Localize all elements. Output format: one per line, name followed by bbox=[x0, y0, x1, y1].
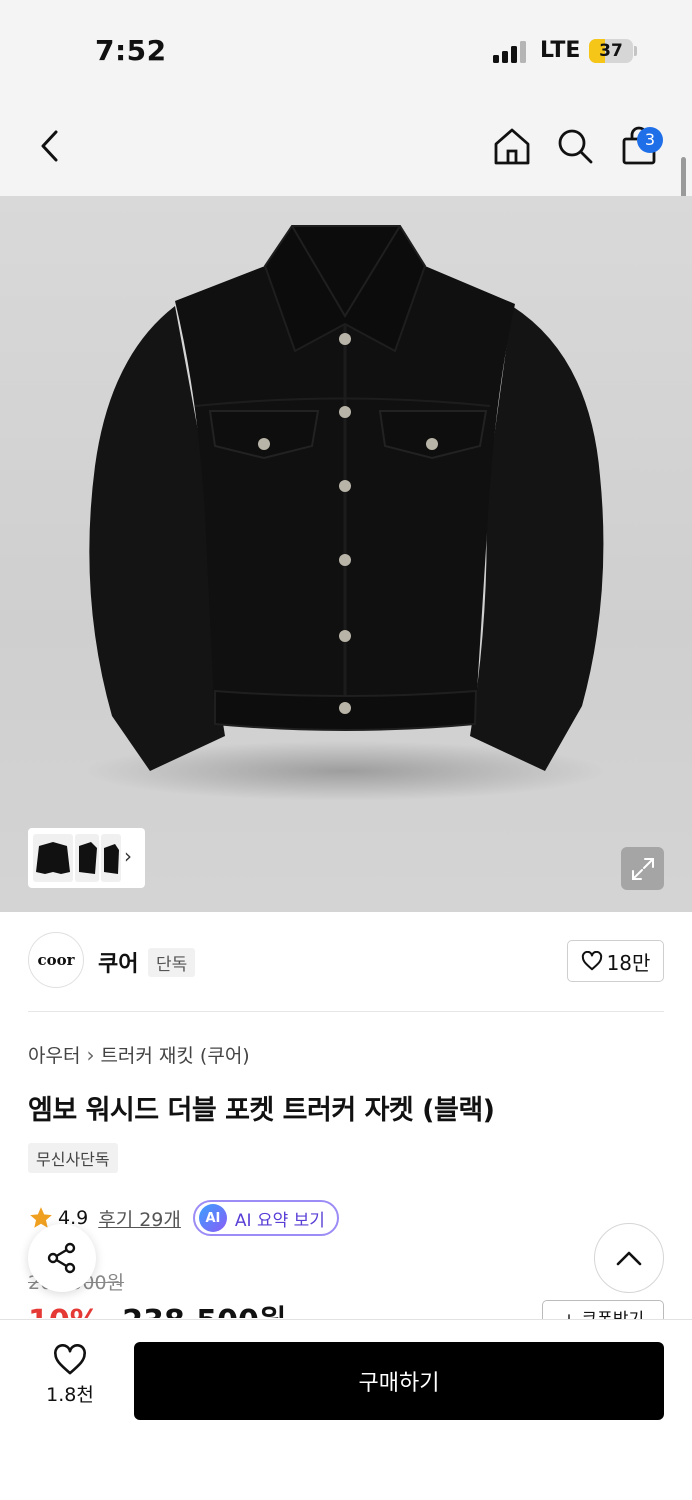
chevron-right-icon: › bbox=[86, 1042, 95, 1067]
brand-logo[interactable]: coor bbox=[28, 932, 84, 988]
heart-icon bbox=[54, 1344, 86, 1375]
coupon-button[interactable]: + 쿠폰받기 bbox=[542, 1300, 664, 1320]
ai-summary-button[interactable]: AI AI 요약 보기 bbox=[192, 1200, 339, 1236]
thumbnail-3[interactable] bbox=[101, 834, 121, 882]
product-image[interactable]: › bbox=[0, 196, 692, 912]
nav-bar bbox=[0, 100, 692, 196]
brand-like-count: 18만 bbox=[606, 950, 651, 975]
expand-button[interactable] bbox=[621, 847, 664, 890]
cart-count-badge: 3 bbox=[637, 127, 663, 153]
breadcrumb-item-category[interactable]: 아우터 bbox=[28, 1041, 80, 1068]
breadcrumb: 아우터 › 트러커 재킷 (쿠어) bbox=[28, 1041, 250, 1068]
price-row: 10% 238,500원 bbox=[28, 1296, 287, 1318]
wishlist-count: 1.8천 bbox=[46, 1384, 94, 1406]
status-bar: 7:52 LTE 37 bbox=[0, 0, 692, 100]
battery-icon: 37 bbox=[589, 39, 633, 63]
product-title: 엠보 워시드 더블 포켓 트러커 자켓 (블랙) bbox=[28, 1095, 495, 1126]
chevron-right-icon[interactable]: › bbox=[124, 844, 132, 868]
expand-icon bbox=[631, 857, 654, 880]
home-icon bbox=[494, 128, 530, 165]
discount-rate: 10% bbox=[28, 1304, 100, 1318]
brand-name[interactable]: 쿠어 bbox=[98, 946, 138, 978]
review-link[interactable]: 후기 29개 bbox=[98, 1205, 181, 1232]
bottom-action-bar: 1.8천 구매하기 bbox=[0, 1319, 692, 1500]
ai-icon: AI bbox=[198, 1204, 227, 1232]
jacket-image bbox=[85, 225, 605, 801]
ai-summary-label: AI 요약 보기 bbox=[234, 1210, 325, 1231]
thumbnail-2[interactable] bbox=[75, 834, 99, 882]
battery-nub bbox=[634, 46, 637, 56]
heart-icon bbox=[581, 951, 602, 971]
battery-level: 37 bbox=[599, 41, 623, 61]
chevron-up-icon bbox=[616, 1251, 642, 1266]
wishlist-button[interactable]: 1.8천 bbox=[30, 1344, 110, 1420]
brand-exclusive-tag: 단독 bbox=[148, 948, 196, 977]
breadcrumb-item-subcategory[interactable]: 트러커 재킷 (쿠어) bbox=[100, 1041, 249, 1068]
divider bbox=[28, 1011, 664, 1012]
sale-price: 238,500원 bbox=[122, 1304, 286, 1318]
share-button[interactable] bbox=[28, 1224, 96, 1292]
chevron-left-icon bbox=[41, 130, 58, 162]
scroll-top-button[interactable] bbox=[594, 1223, 664, 1293]
network-label: LTE bbox=[540, 38, 581, 63]
status-time: 7:52 bbox=[95, 34, 167, 67]
back-button[interactable] bbox=[26, 122, 74, 170]
signal-icon bbox=[493, 41, 529, 63]
search-button[interactable] bbox=[551, 122, 599, 170]
exclusive-badge: 무신사단독 bbox=[28, 1143, 118, 1173]
home-button[interactable] bbox=[488, 122, 536, 170]
brand-like-button[interactable]: 18만 bbox=[567, 940, 664, 982]
buy-button[interactable]: 구매하기 bbox=[134, 1342, 664, 1420]
search-icon bbox=[558, 129, 593, 164]
thumbnail-1[interactable] bbox=[33, 834, 73, 882]
brand-row: coor 쿠어 단독 18만 bbox=[28, 932, 664, 990]
thumbnail-strip[interactable]: › bbox=[28, 828, 145, 888]
share-icon bbox=[47, 1242, 76, 1274]
